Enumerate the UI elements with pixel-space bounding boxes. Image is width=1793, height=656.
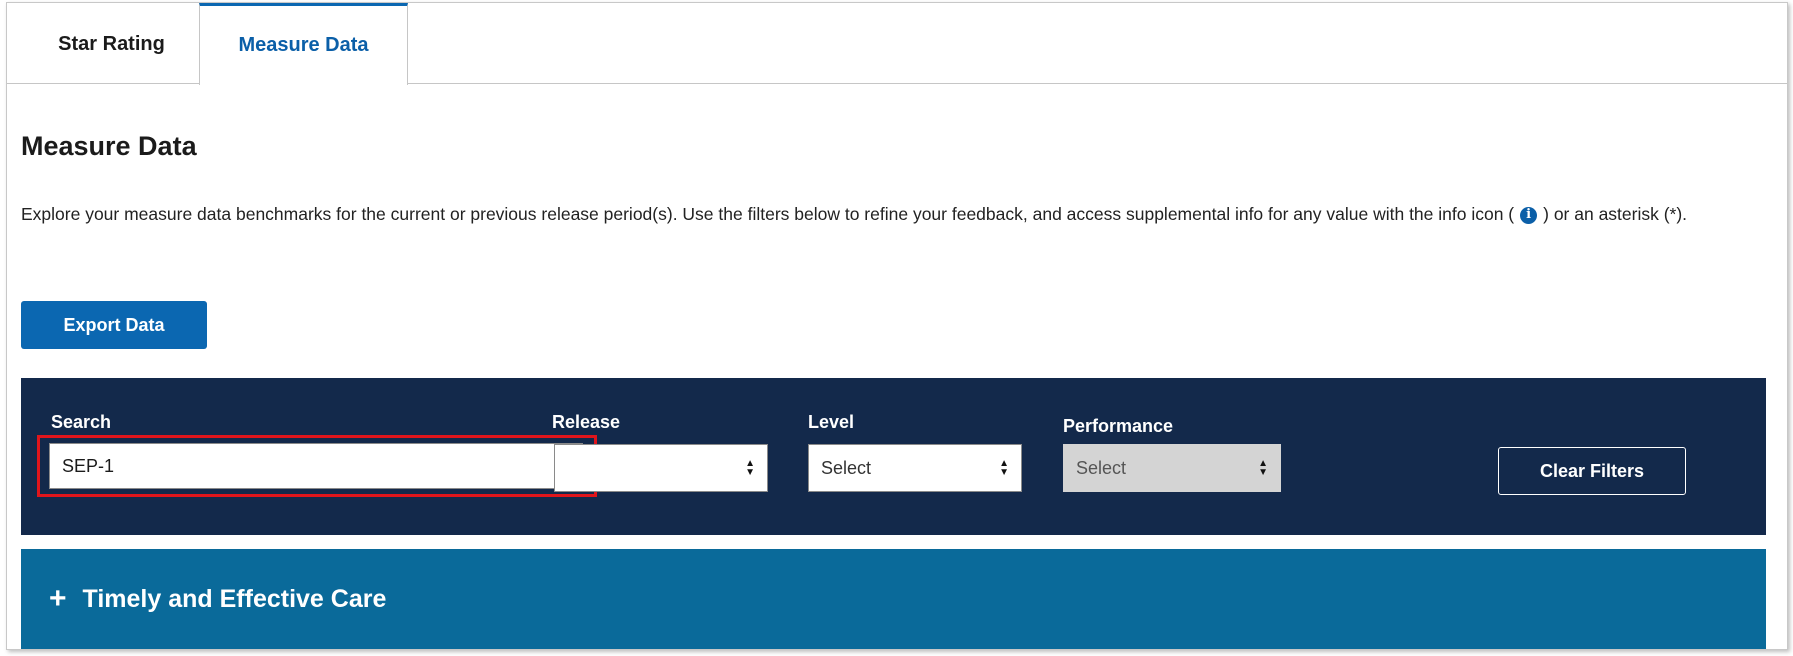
sort-arrows-icon: ▲ ▼ (745, 458, 755, 478)
level-select[interactable]: Select ▲ ▼ (808, 444, 1022, 492)
tab-star-rating[interactable]: Star Rating (19, 3, 205, 85)
intro-text-part2: ) or an asterisk (*). (1543, 204, 1688, 224)
export-data-button[interactable]: Export Data (21, 301, 207, 349)
accordion-timely-effective-care[interactable]: + Timely and Effective Care (21, 549, 1766, 649)
performance-select[interactable]: Select ▲ ▼ (1063, 444, 1281, 492)
page-title: Measure Data (21, 131, 197, 161)
plus-icon: + (49, 582, 67, 615)
release-label: Release (552, 412, 621, 432)
sort-arrows-icon: ▲ ▼ (999, 458, 1009, 478)
sort-arrows-icon: ▲ ▼ (1258, 458, 1268, 478)
tab-bar: Star Rating Measure Data (7, 3, 1787, 85)
performance-label: Performance (1063, 416, 1174, 436)
search-input[interactable] (49, 443, 583, 489)
level-label: Level (808, 412, 855, 432)
performance-select-value: Select (1076, 457, 1127, 478)
release-select[interactable]: ▲ ▼ (554, 444, 768, 492)
level-select-value: Select (821, 457, 872, 478)
tab-measure-data[interactable]: Measure Data (199, 3, 408, 85)
info-icon: i (1520, 206, 1538, 224)
search-label: Search (51, 412, 112, 432)
accordion-label: Timely and Effective Care (82, 584, 387, 613)
filter-bar: Search Release ▲▼ Level Select ▲▼ Perfor… (21, 378, 1766, 535)
intro-text: Explore your measure data benchmarks for… (21, 196, 1761, 232)
measure-data-panel: Star Rating Measure Data Measure Data Ex… (6, 2, 1788, 650)
intro-text-part1: Explore your measure data benchmarks for… (21, 204, 1515, 224)
clear-filters-button[interactable]: Clear Filters (1498, 447, 1686, 495)
